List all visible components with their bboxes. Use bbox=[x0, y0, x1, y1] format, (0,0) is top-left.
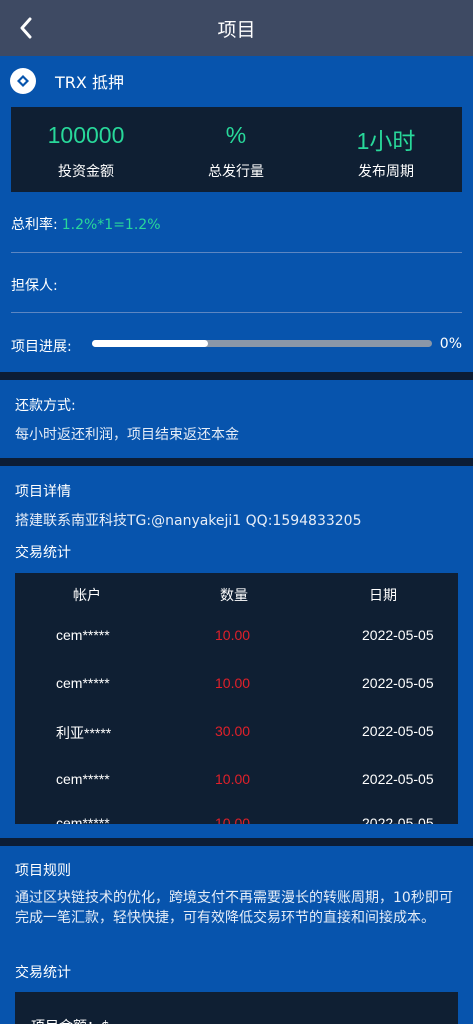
divider bbox=[11, 252, 462, 253]
guarantor-label: 担保人: bbox=[11, 278, 58, 294]
cell-date: 2022-05-05 bbox=[362, 771, 434, 787]
total-rate-value: 1.2%*1=1.2% bbox=[61, 217, 161, 233]
cell-account: cem***** bbox=[56, 771, 110, 787]
stat-value: % bbox=[225, 122, 247, 148]
project-summary-card: TRX 抵押 100000 投资金额 % 总发行量 1小时 发布周期 总利率: 1… bbox=[0, 56, 473, 372]
cell-date: 2022-05-05 bbox=[362, 627, 434, 643]
cell-account: cem***** bbox=[56, 627, 110, 643]
stats-panel: 100000 投资金额 % 总发行量 1小时 发布周期 bbox=[11, 107, 462, 192]
rules-stats-title: 交易统计 bbox=[15, 965, 71, 981]
stat-label: 发布周期 bbox=[358, 164, 414, 180]
cell-account: 利亚***** bbox=[56, 725, 112, 741]
coin-row: TRX 抵押 bbox=[10, 68, 124, 94]
stat-label: 总发行量 bbox=[208, 164, 264, 180]
column-header-quantity: 数量 bbox=[220, 588, 248, 604]
column-header-account: 帐户 bbox=[73, 588, 101, 604]
cell-date: 2022-05-05 bbox=[362, 815, 434, 824]
progress-fill bbox=[92, 340, 208, 347]
cell-quantity: 10.00 bbox=[215, 675, 251, 691]
stat-value: 1小时 bbox=[356, 128, 416, 154]
column-header-date: 日期 bbox=[369, 588, 397, 604]
transaction-stats-title: 交易统计 bbox=[15, 545, 71, 561]
rules-card: 项目规则 通过区块链技术的优化，跨境支付不再需要漫长的转账周期，10秒即可完成一… bbox=[0, 846, 473, 1024]
cell-quantity: 10.00 bbox=[215, 771, 251, 787]
cell-account: cem***** bbox=[56, 675, 110, 691]
cell-account: cem***** bbox=[56, 815, 110, 824]
chevron-left-icon bbox=[20, 17, 32, 39]
cell-quantity: 10.00 bbox=[215, 815, 251, 824]
cell-date: 2022-05-05 bbox=[362, 723, 434, 739]
transactions-table[interactable]: 帐户 数量 日期 cem***** 10.00 2022-05-05 cem**… bbox=[15, 573, 458, 824]
project-amount-label: 项目金额：$ bbox=[31, 1016, 110, 1024]
cell-quantity: 30.00 bbox=[215, 723, 251, 739]
cell-quantity: 10.00 bbox=[215, 627, 251, 643]
project-amount-panel: 项目金额：$ bbox=[15, 992, 458, 1024]
total-rate-row: 总利率: 1.2%*1=1.2% bbox=[11, 214, 161, 234]
repayment-text: 每小时返还利润，项目结束返还本金 bbox=[15, 427, 239, 443]
total-rate-label: 总利率: bbox=[11, 217, 58, 233]
details-title: 项目详情 bbox=[15, 484, 71, 500]
trx-coin-icon bbox=[10, 68, 36, 94]
rules-title: 项目规则 bbox=[15, 863, 71, 879]
divider bbox=[11, 312, 462, 313]
progress-row: 项目进展: 0% bbox=[11, 335, 462, 355]
progress-percent: 0% bbox=[439, 336, 462, 352]
progress-bar bbox=[92, 340, 432, 347]
project-name: TRX 抵押 bbox=[55, 73, 124, 92]
repayment-title: 还款方式: bbox=[15, 398, 76, 414]
stat-value: 100000 bbox=[47, 122, 125, 148]
rules-text: 通过区块链技术的优化，跨境支付不再需要漫长的转账周期，10秒即可完成一笔汇款，轻… bbox=[15, 890, 453, 926]
back-button[interactable] bbox=[12, 14, 40, 42]
cell-date: 2022-05-05 bbox=[362, 675, 434, 691]
details-text: 搭建联系南亚科技TG:@nanyakeji1 QQ:1594833205 bbox=[15, 513, 362, 529]
stat-label: 投资金额 bbox=[58, 164, 114, 180]
details-card: 项目详情 搭建联系南亚科技TG:@nanyakeji1 QQ:159483320… bbox=[0, 466, 473, 838]
progress-label: 项目进展: bbox=[11, 339, 72, 355]
top-bar: 项目 bbox=[0, 0, 473, 56]
repayment-card: 还款方式: 每小时返还利润，项目结束返还本金 bbox=[0, 380, 473, 458]
page-title: 项目 bbox=[217, 18, 256, 41]
